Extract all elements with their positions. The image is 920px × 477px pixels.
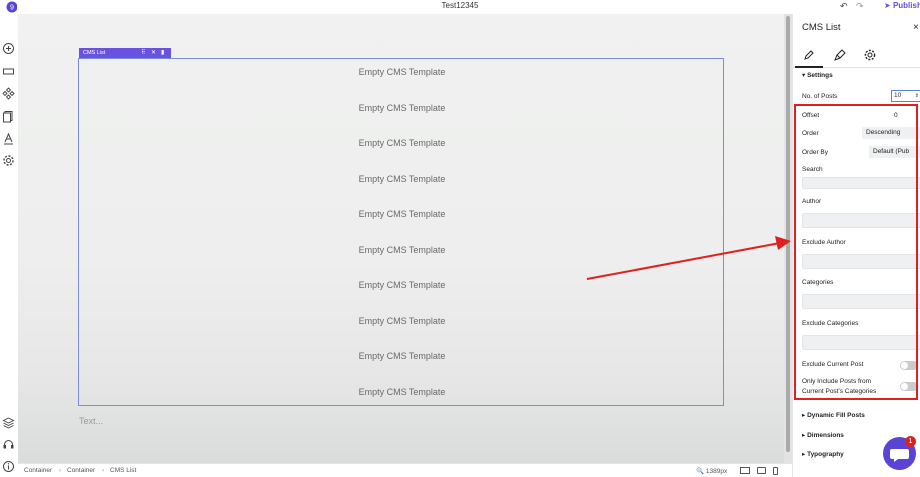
panel-tabs [793,44,920,68]
cms-template-row[interactable]: Empty CMS Template [79,245,725,255]
publish-label: Publish [892,1,920,10]
properties-panel: CMS List × ▾ Settings No. of Posts 10 ⇕ … [792,14,920,477]
zoom-icon: 🔍 [696,468,705,475]
only-include-toggle[interactable] [900,382,918,391]
exclude-author-input[interactable] [802,254,920,269]
author-label: Author [802,198,822,205]
rocket-icon: ➤ [884,1,891,10]
close-icon[interactable]: × [913,22,919,33]
document-title: Test12345 [441,1,479,10]
caret-down-icon: ▾ [802,72,806,79]
bottom-bar: Container › Container › CMS List 🔍 1389p… [18,463,792,477]
components-icon[interactable] [2,87,15,100]
offset-input[interactable]: 0 [894,112,898,119]
cms-template-row[interactable]: Empty CMS Template [79,387,725,397]
caret-right-icon: ▸ [802,451,806,458]
exclude-author-label: Exclude Author [802,239,846,246]
cms-template-row[interactable]: Empty CMS Template [79,67,725,77]
canvas-width-readout[interactable]: 🔍 1389px [696,467,727,475]
only-include-label-line1: Only Include Posts from [802,378,871,385]
delete-icon[interactable]: ▮ [161,48,164,58]
order-by-label: Order By [802,149,829,156]
settings-section-header[interactable]: ▾ Settings [802,71,833,79]
stepper-icon[interactable]: ⇕ [915,91,919,101]
categories-label: Categories [802,279,834,286]
scrollbar-thumb[interactable] [786,16,790,452]
search-input[interactable] [802,177,920,189]
pages-icon[interactable] [2,110,15,123]
support-icon[interactable] [2,438,15,451]
no-of-posts-label: No. of Posts [802,93,838,100]
offset-label: Offset [802,112,820,119]
text-placeholder[interactable]: Text... [79,416,103,426]
canvas-scrollbar[interactable] [784,14,792,463]
drag-handle-icon[interactable]: ⠿ [141,48,145,58]
exclude-current-post-toggle[interactable] [900,361,918,370]
caret-right-icon: ▸ [802,412,806,419]
typography-section[interactable]: ▸ Typography [802,450,844,458]
layout-icon[interactable] [2,65,15,78]
mobile-view-icon[interactable] [773,467,778,475]
settings-gear-icon[interactable] [2,154,15,167]
redo-icon[interactable]: ↷ [856,1,864,12]
breadcrumb-chevron-icon: › [59,467,62,474]
breadcrumb-item[interactable]: Container [67,467,95,474]
add-element-icon[interactable] [2,42,15,55]
width-value: 1389px [705,468,728,475]
cms-template-row[interactable]: Empty CMS Template [79,209,725,219]
style-brush-icon[interactable] [833,48,847,62]
author-input[interactable] [802,213,920,228]
layers-icon[interactable] [2,416,15,429]
dynamic-fill-posts-section[interactable]: ▸ Dynamic Fill Posts [802,411,865,419]
advanced-gear-icon[interactable] [863,48,877,62]
cms-list-container[interactable]: Empty CMS Template Empty CMS Template Em… [78,58,724,406]
chat-widget-button[interactable]: 1 [883,436,916,470]
edit-pencil-icon[interactable] [795,48,823,68]
cms-template-row[interactable]: Empty CMS Template [79,138,725,148]
cms-template-row[interactable]: Empty CMS Template [79,351,725,361]
cms-template-row[interactable]: Empty CMS Template [79,316,725,326]
typography-icon[interactable] [2,132,15,145]
panel-title: CMS List [802,22,841,33]
exclude-categories-input[interactable] [802,335,920,350]
cms-list-element-label[interactable]: CMS List ⠿ ✕ ▮ [79,48,171,58]
left-toolbar [0,14,18,477]
desktop-view-icon[interactable] [740,467,750,474]
order-by-select[interactable]: Default (Pub [869,146,920,158]
top-bar: 9 Test12345 ↶ ↷ ➤ Publish [0,0,920,14]
caret-right-icon: ▸ [802,432,806,439]
tablet-view-icon[interactable] [757,467,766,474]
exclude-current-post-label: Exclude Current Post [802,361,864,368]
notification-badge: 1 [905,436,916,447]
categories-input[interactable] [802,294,920,309]
order-select[interactable]: Descending [862,127,920,139]
cms-template-row[interactable]: Empty CMS Template [79,174,725,184]
order-label: Order [802,130,819,137]
info-icon[interactable] [2,460,15,473]
breadcrumb-item[interactable]: Container [24,467,52,474]
exclude-categories-label: Exclude Categories [802,320,859,327]
publish-button[interactable]: ➤ Publish [884,1,920,10]
breadcrumb-item[interactable]: CMS List [110,467,136,474]
breadcrumb-chevron-icon: › [102,467,105,474]
only-include-label-line2: Current Post's Categories [802,388,877,395]
dimensions-section[interactable]: ▸ Dimensions [802,431,844,439]
editor-canvas[interactable]: CMS List ⠿ ✕ ▮ Empty CMS Template Empty … [18,14,784,463]
search-label: Search [802,166,823,173]
cms-template-row[interactable]: Empty CMS Template [79,280,725,290]
element-label-text: CMS List [83,50,106,56]
collapse-icon[interactable]: ✕ [151,48,156,58]
no-of-posts-input[interactable]: 10 ⇕ [891,90,920,102]
cms-template-row[interactable]: Empty CMS Template [79,103,725,113]
undo-icon[interactable]: ↶ [840,1,848,12]
